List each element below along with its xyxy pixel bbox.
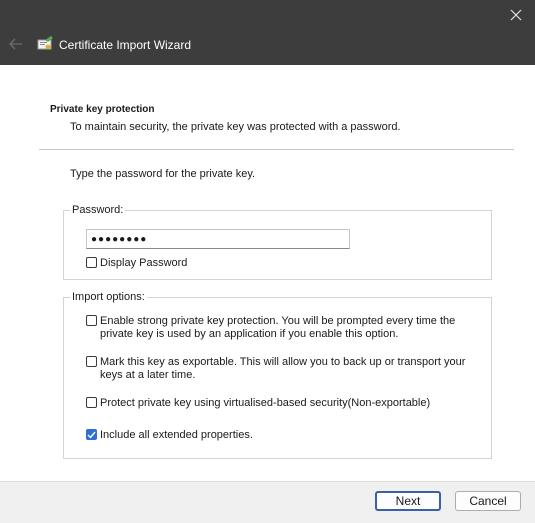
password-input[interactable]: ●●●●●●●● [86,229,350,249]
display-password-checkbox[interactable] [86,257,97,268]
next-button[interactable]: Next [375,491,441,511]
wizard-footer: Next Cancel [0,481,535,523]
password-group: Password: ●●●●●●●● Display Password [63,204,492,280]
checkmark-icon [87,431,96,439]
cancel-button[interactable]: Cancel [455,491,521,511]
strong-protection-checkbox[interactable] [86,315,97,326]
page-subheading: To maintain security, the private key wa… [70,121,401,133]
display-password-label: Display Password [100,257,188,269]
page-heading: Private key protection [50,104,155,115]
extended-properties-label: Include all extended properties. [100,429,253,441]
import-options-legend: Import options: [72,291,145,303]
title-bar: Certificate Import Wizard [0,0,535,65]
extended-properties-checkbox[interactable] [86,429,97,440]
close-icon[interactable] [503,2,529,28]
virtualised-security-checkbox[interactable] [86,397,97,408]
option-virtualised-security[interactable]: Protect private key using virtualised-ba… [86,397,476,410]
header-separator [39,149,514,150]
option-exportable[interactable]: Mark this key as exportable. This will a… [86,356,466,382]
wizard-content: Private key protection To maintain secur… [0,65,535,481]
exportable-checkbox[interactable] [86,356,97,367]
option-strong-protection[interactable]: Enable strong private key protection. Yo… [86,315,466,341]
virtualised-security-label: Protect private key using virtualised-ba… [100,397,431,409]
display-password-row[interactable]: Display Password [86,257,187,270]
exportable-label: Mark this key as exportable. This will a… [100,356,466,381]
import-options-group: Import options: Enable strong private ke… [63,291,492,459]
certificate-icon [36,36,54,52]
password-legend: Password: [72,204,124,216]
strong-protection-label: Enable strong private key protection. Yo… [100,315,456,340]
option-extended-properties[interactable]: Include all extended properties. [86,429,466,442]
password-prompt: Type the password for the private key. [70,168,256,180]
certificate-import-wizard-window: Certificate Import Wizard Private key pr… [0,0,535,523]
window-title: Certificate Import Wizard [59,38,192,52]
back-arrow-icon[interactable] [6,34,26,54]
